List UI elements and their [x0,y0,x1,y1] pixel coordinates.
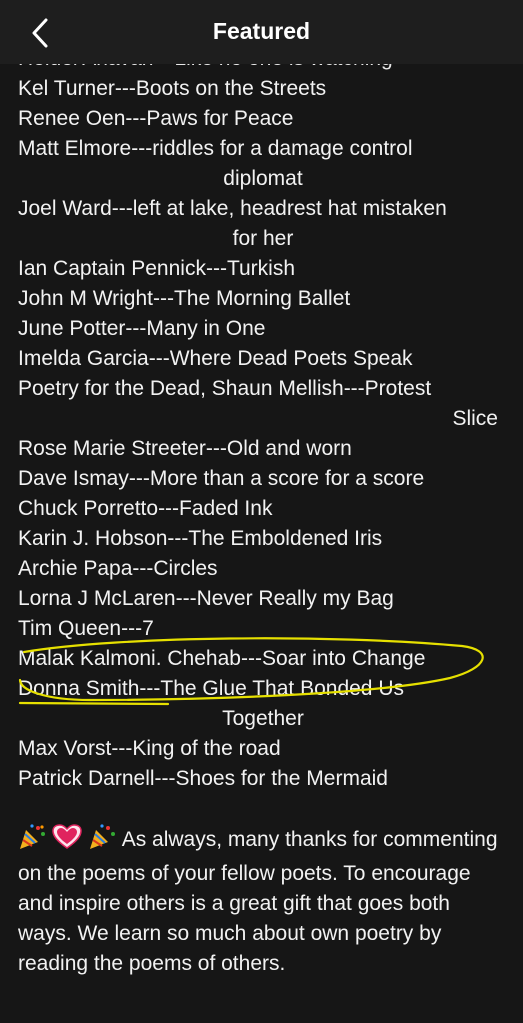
featured-list: Kel Turner---Boots on the Streets Renee O… [18,74,508,794]
entry-title: Soar into Change [261,647,426,670]
party-popper-icon [20,824,45,849]
entry-separator: --- [128,467,150,490]
entry-title: Shoes for the Mermaid [175,767,388,790]
entry-separator: --- [175,587,197,610]
entry-author: Patrick Darnell [18,767,155,790]
entry-author: Poetry for the Dead, Shaun Mellish [18,377,344,400]
entry-separator: --- [167,527,189,550]
list-item: Renee Oen---Paws for Peace [18,104,508,134]
closing-paragraph: As always, many thanks for commenting on… [18,824,508,979]
entry-title: Faded Ink [179,497,273,520]
entry-author: Ian Captain Pennick [18,257,206,280]
list-item: Dave Ismay---More than a score for a sco… [18,464,508,494]
entry-separator: --- [139,677,161,700]
entry-separator: --- [205,437,227,460]
entry-separator: --- [131,137,153,160]
entry-author: Matt Elmore [18,137,132,160]
list-item: Imelda Garcia---Where Dead Poets Speak [18,344,508,374]
entry-separator: --- [132,557,154,580]
entry-title-continuation: Together [222,707,304,730]
entry-author: Tim Queen [18,617,122,640]
entry-author: Renee Oen [18,107,126,130]
entry-author: Archie Papa [18,557,133,580]
entry-separator: --- [125,317,147,340]
entry-title: Old and worn [226,437,352,460]
list-item: Ian Captain Pennick---Turkish [18,254,508,284]
entry-title: The Emboldened Iris [188,527,383,550]
entry-title-continuation: Slice [452,407,498,430]
list-item: Max Vorst---King of the road [18,734,508,764]
entry-separator: --- [205,257,227,280]
entry-author: Karin J. Hobson [18,527,168,550]
entry-author: Imelda Garcia [18,347,149,370]
entry-title: King of the road [132,737,281,760]
list-item: Donna Smith---The Glue That Bonded Us Tog… [18,674,508,734]
post-body: Heidel Anavan---Like no one is watching … [18,44,508,979]
entry-author: Chuck Porretto [18,497,159,520]
entry-author: Rose Marie Streeter [18,437,206,460]
page-title: Featured [212,18,311,44]
entry-title: Never Really my Bag [196,587,394,610]
entry-title: riddles for a damage control [152,137,413,160]
list-item: Archie Papa---Circles [18,554,508,584]
entry-separator: --- [154,767,176,790]
entry-separator: --- [153,287,174,310]
list-item: Rose Marie Streeter---Old and worn [18,434,508,464]
entry-title: 7 [142,617,154,640]
heart-icon [52,824,82,849]
list-item: Lorna J McLaren---Never Really my Bag [18,584,508,614]
entry-separator: --- [125,107,147,130]
entry-title-continuation: for her [232,227,294,250]
entry-title: Many in One [146,317,266,340]
entry-separator: --- [343,377,365,400]
entry-author: Malak Kalmoni. Chehab [18,647,241,670]
entry-title: Circles [153,557,218,580]
list-item: Patrick Darnell---Shoes for the Mermaid [18,764,508,794]
entry-separator: --- [240,647,262,670]
entry-separator: --- [121,617,143,640]
entry-author: Lorna J McLaren [18,587,176,610]
list-item: June Potter---Many in One [18,314,508,344]
list-item: Kel Turner---Boots on the Streets [18,74,508,104]
entry-author: Dave Ismay [18,467,129,490]
list-item: Karin J. Hobson---The Emboldened Iris [18,524,508,554]
list-item: Joel Ward---left at lake, headrest hat m… [18,194,508,254]
celebration-emojis [18,824,116,859]
entry-title: The Morning Ballet [173,287,351,310]
entry-title: left at lake, headrest hat mistaken [132,197,447,220]
entry-title: Protest [364,377,432,400]
entry-title: The Glue That Bonded Us [160,677,404,700]
entry-title: More than a score for a score [149,467,425,490]
entry-separator: --- [158,497,180,520]
entry-title: Paws for Peace [146,107,294,130]
entry-author: June Potter [18,317,126,340]
top-bar: Featured [0,0,523,64]
party-popper-icon [89,824,115,849]
entry-title: Turkish [226,257,296,280]
list-item: Poetry for the Dead, Shaun Mellish---Pro… [18,374,508,434]
list-item: John M Wright---The Morning Ballet [18,284,508,314]
entry-author: Donna Smith [18,677,140,700]
entry-author: Joel Ward [18,197,112,220]
entry-author: John M Wright [18,287,153,310]
list-item: Chuck Porretto---Faded Ink [18,494,508,524]
entry-title: Boots on the Streets [135,77,327,100]
entry-separator: --- [111,737,133,760]
entry-author: Kel Turner [18,77,115,100]
entry-separator: --- [114,77,136,100]
entry-separator: --- [111,197,133,220]
entry-title-continuation: diplomat [223,167,303,190]
entry-title: Where Dead Poets Speak [169,347,413,370]
list-item: Tim Queen---7 [18,614,508,644]
list-item: Matt Elmore---riddles for a damage contr… [18,134,508,194]
entry-author: Max Vorst [18,737,112,760]
entry-separator: --- [148,347,170,370]
list-item: Malak Kalmoni. Chehab---Soar into Change [18,644,508,674]
